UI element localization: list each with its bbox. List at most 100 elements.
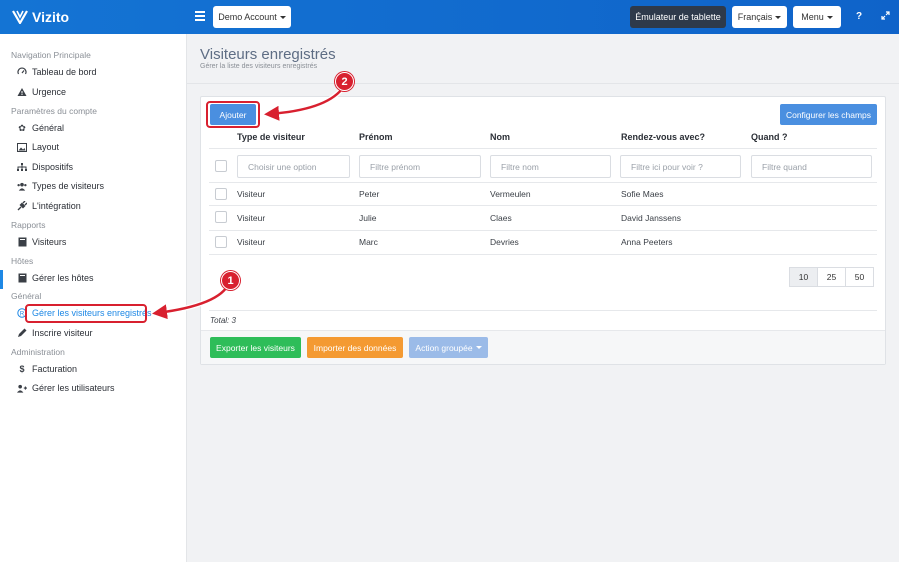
import-data-button[interactable]: Importer des données (307, 337, 403, 358)
cell-appointment: David Janssens (621, 213, 682, 223)
sidebar-section-title: Général (11, 291, 42, 301)
caret-down-icon (475, 346, 482, 349)
filter-first-name-input[interactable]: Filtre prénom (359, 155, 481, 178)
language-dropdown[interactable]: Français (732, 6, 787, 28)
book-icon (17, 237, 27, 247)
cell-last-name: Claes (490, 213, 512, 223)
page-size-50[interactable]: 50 (845, 267, 874, 287)
cell-appointment: Sofie Maes (621, 189, 664, 199)
bulk-action-label: Action groupée (415, 342, 473, 353)
dashboard-icon (17, 67, 27, 77)
export-label: Exporter les visiteurs (216, 342, 295, 353)
book-icon (17, 273, 27, 283)
sidebar-item-label: Inscrire visiteur (32, 328, 93, 338)
sidebar-active-indicator (0, 270, 3, 289)
sidebar-item-label: Layout (32, 142, 60, 152)
sitemap-icon (17, 162, 27, 172)
filter-last-name-input[interactable]: Filtre nom (490, 155, 611, 178)
sidebar-item-billing[interactable]: $ Facturation (17, 362, 77, 376)
menu-label: Menu (801, 12, 824, 22)
warning-icon (17, 87, 27, 97)
sidebar-item-integration[interactable]: L'intégration (17, 199, 81, 213)
filter-appointment-input[interactable]: Filtre ici pour voir ? (620, 155, 741, 178)
export-visitors-button[interactable]: Exporter les visiteurs (210, 337, 301, 358)
header-divider (187, 83, 899, 84)
question-icon[interactable]: ? (856, 11, 862, 22)
brand-name: Vizito (32, 9, 70, 25)
account-label: Demo Account (218, 12, 277, 22)
cell-visitor-type: Visiteur (237, 213, 266, 223)
dollar-icon: $ (19, 364, 25, 374)
panel-footer (201, 330, 885, 364)
plug-icon (17, 201, 27, 211)
top-navbar: Vizito Demo Account Émulateur de tablett… (0, 0, 899, 34)
cell-first-name: Peter (359, 189, 380, 199)
header-divider-line (209, 148, 877, 149)
filter-when-input[interactable]: Filtre quand (751, 155, 872, 178)
column-header-last-name[interactable]: Nom (490, 132, 510, 142)
total-divider (209, 310, 877, 311)
pencil-icon (17, 328, 27, 338)
brand-logo[interactable]: Vizito (12, 9, 69, 25)
import-label: Importer des données (313, 342, 397, 353)
callout-badge-1: 1 (221, 271, 240, 290)
language-label: Français (737, 12, 773, 22)
cell-first-name: Marc (359, 237, 378, 247)
image-icon (17, 142, 27, 152)
sidebar-section-title: Navigation Principale (11, 50, 91, 60)
cell-first-name: Julie (359, 213, 377, 223)
column-header-appointment[interactable]: Rendez-vous avec? (621, 132, 705, 142)
column-header-visitor-type[interactable]: Type de visiteur (237, 132, 305, 142)
account-dropdown[interactable]: Demo Account (213, 6, 291, 28)
sidebar-item-label: Gérer les hôtes (32, 273, 94, 283)
page-size-10[interactable]: 10 (789, 267, 818, 287)
filter-visitor-type-select[interactable]: Choisir une option (237, 155, 350, 178)
caret-down-icon (826, 15, 833, 19)
sidebar-item-manage-users[interactable]: Gérer les utilisateurs (17, 381, 115, 395)
sidebar-item-dashboard[interactable]: Tableau de bord (17, 65, 97, 79)
sidebar-item-visitors-report[interactable]: Visiteurs (17, 235, 66, 249)
cell-last-name: Devries (490, 237, 519, 247)
bulk-action-dropdown[interactable]: Action groupée (409, 337, 488, 358)
configure-fields-button[interactable]: Configurer les champs (780, 104, 877, 125)
sidebar-section-title: Administration (11, 347, 65, 357)
sidebar-section-title: Rapports (11, 220, 46, 230)
sidebar-item-register-visitor[interactable]: Inscrire visiteur (17, 326, 93, 340)
cell-visitor-type: Visiteur (237, 189, 266, 199)
row-divider (209, 182, 877, 183)
vizito-logo-icon (12, 10, 28, 24)
sidebar-item-label: Facturation (32, 364, 78, 374)
sidebar-item-label: Visiteurs (32, 237, 67, 247)
sidebar-item-visitor-types[interactable]: Types de visiteurs (17, 179, 104, 193)
row-checkbox[interactable] (215, 188, 227, 200)
menu-dropdown[interactable]: Menu (793, 6, 841, 28)
sidebar-item-manage-hosts[interactable]: Gérer les hôtes (17, 271, 94, 285)
caret-down-icon (279, 15, 286, 19)
page-title: Visiteurs enregistrés (200, 46, 336, 63)
sidebar-item-urgence[interactable]: Urgence (17, 85, 66, 99)
sidebar-section-title: Paramètres du compte (11, 106, 97, 116)
column-header-when[interactable]: Quand ? (751, 132, 788, 142)
sidebar-item-devices[interactable]: Dispositifs (17, 160, 73, 174)
cell-last-name: Vermeulen (490, 189, 531, 199)
column-header-first-name[interactable]: Prénom (359, 132, 393, 142)
cell-appointment: Anna Peeters (621, 237, 673, 247)
hamburger-menu-icon[interactable] (195, 11, 205, 21)
tablet-emulator-button[interactable]: Émulateur de tablette (630, 6, 726, 28)
row-checkbox[interactable] (215, 211, 227, 223)
row-divider (209, 230, 877, 231)
row-checkbox[interactable] (215, 236, 227, 248)
add-highlight-box (206, 101, 260, 128)
sidebar-item-label: Gérer les utilisateurs (32, 383, 115, 393)
total-count: Total: 3 (210, 316, 236, 325)
sidebar-item-general[interactable]: ✿ Général (17, 121, 64, 135)
page-size-25[interactable]: 25 (817, 267, 846, 287)
expand-icon[interactable] (881, 11, 890, 23)
sidebar-item-layout[interactable]: Layout (17, 140, 59, 154)
cell-visitor-type: Visiteur (237, 237, 266, 247)
sidebar-item-label: L'intégration (32, 201, 81, 211)
users-icon (17, 181, 27, 191)
select-all-checkbox[interactable] (215, 160, 227, 172)
user-plus-icon (17, 383, 27, 393)
row-divider (209, 205, 877, 206)
